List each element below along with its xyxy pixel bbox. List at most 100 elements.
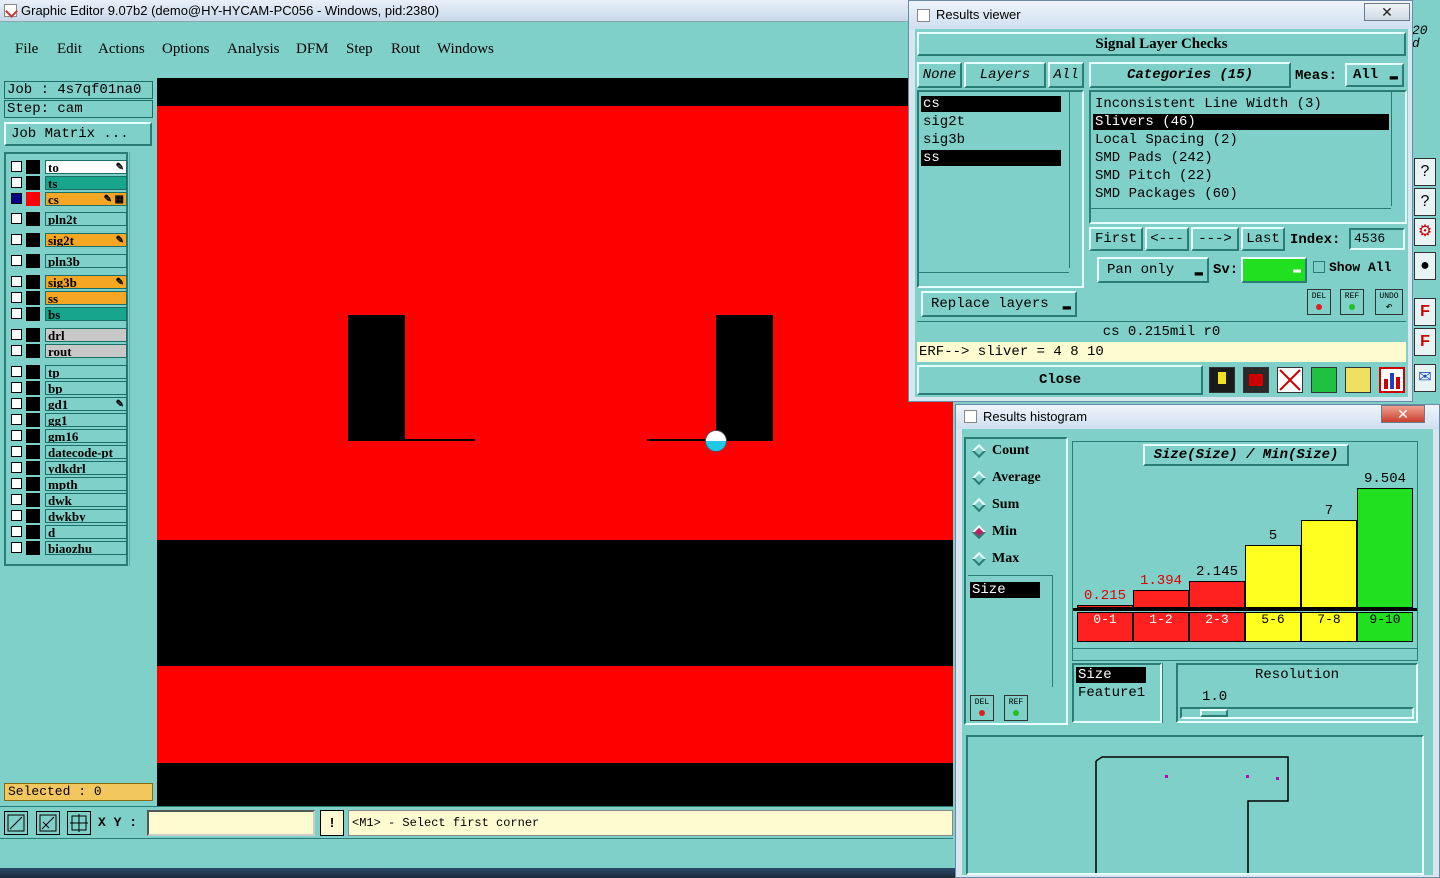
hist-refresh-button[interactable]: REF (1004, 695, 1028, 721)
layer-checkbox[interactable] (11, 510, 22, 521)
next-button[interactable]: ---> (1191, 227, 1239, 251)
category-item[interactable]: Local Spacing (2) (1093, 132, 1389, 148)
refresh-result-button[interactable]: REF (1340, 289, 1364, 315)
layer-row-ss[interactable]: ss (9, 291, 127, 305)
layer-row-gm16[interactable]: gm16 (9, 429, 127, 443)
menu-edit[interactable]: Edit (57, 41, 82, 58)
layer-checkbox[interactable] (11, 462, 22, 473)
bin-label[interactable]: 0-1 (1077, 612, 1133, 642)
histogram-bar[interactable] (1133, 590, 1189, 608)
histogram-bar[interactable] (1245, 545, 1301, 608)
layer-color-swatch[interactable] (26, 493, 40, 507)
category-item[interactable]: SMD Pads (242) (1093, 150, 1389, 166)
mode-min[interactable]: Min (971, 524, 1017, 544)
undo-button[interactable]: UNDO ↶ (1375, 289, 1403, 315)
layer-list-scrollbar[interactable] (129, 152, 154, 566)
mode-max[interactable]: Max (971, 551, 1019, 571)
layer-row-dwkby[interactable]: dwkby (9, 509, 127, 523)
index-input[interactable]: 4536 (1349, 228, 1405, 250)
measure-tool-button[interactable] (36, 811, 60, 835)
layer-name[interactable]: bp (45, 381, 127, 395)
layer-name[interactable]: ts (45, 176, 127, 190)
layer-color-swatch[interactable] (26, 160, 40, 174)
hist-delete-button[interactable]: DEL (970, 695, 994, 721)
help-icon[interactable]: ? (1414, 158, 1436, 186)
layer-name[interactable]: rout (45, 344, 127, 358)
layer-name[interactable]: mpth (45, 477, 127, 491)
layer-checkbox[interactable] (11, 345, 22, 356)
layer-row-ts[interactable]: ts (9, 176, 127, 190)
filter-icon[interactable]: F (1414, 298, 1436, 326)
record-icon[interactable]: ● (1414, 252, 1436, 280)
replace-layers-dropdown[interactable]: Replace layers ▬ (921, 291, 1077, 317)
layer-color-swatch[interactable] (26, 344, 40, 358)
menu-actions[interactable]: Actions (98, 41, 145, 58)
layer-name[interactable]: ydkdrl (45, 461, 127, 475)
bin-label[interactable]: 7-8 (1301, 612, 1357, 642)
result-layer-ss[interactable]: ss (921, 150, 1061, 166)
layer-color-swatch[interactable] (26, 509, 40, 523)
layer-name[interactable]: gg1 (45, 413, 127, 427)
layer-color-swatch[interactable] (26, 461, 40, 475)
layer-row-gd1[interactable]: gd1 ✎ (9, 397, 127, 411)
pan-mode-dropdown[interactable]: Pan only ▬ (1097, 257, 1209, 283)
plot-hscroll[interactable] (1073, 648, 1417, 660)
result-layer-cs[interactable]: cs (921, 96, 1061, 112)
cross-out-icon[interactable] (1277, 367, 1303, 393)
layer-name[interactable]: drl (45, 328, 127, 342)
layer-color-swatch[interactable] (26, 192, 40, 206)
layer-color-swatch[interactable] (26, 381, 40, 395)
layer-row-bs[interactable]: bs (9, 307, 127, 321)
layer-row-pln3b[interactable]: pln3b (9, 254, 127, 268)
mode-average[interactable]: Average (971, 470, 1041, 490)
layer-name[interactable]: biaozhu (45, 541, 127, 555)
layer-color-swatch[interactable] (26, 397, 40, 411)
layer-color-swatch[interactable] (26, 291, 40, 305)
layer-row-biaozhu[interactable]: biaozhu (9, 541, 127, 555)
layer-color-swatch[interactable] (26, 254, 40, 268)
layer-color-swatch[interactable] (26, 212, 40, 226)
layer-color-swatch[interactable] (26, 477, 40, 491)
layer-checkbox[interactable] (11, 366, 22, 377)
layer-color-swatch[interactable] (26, 328, 40, 342)
mode-count[interactable]: Count (971, 443, 1029, 463)
layer-row-tp[interactable]: tp (9, 365, 127, 379)
bin-label[interactable]: 2-3 (1189, 612, 1245, 642)
menu-windows[interactable]: Windows (437, 41, 494, 58)
layer-row-cs[interactable]: cs ✎ ▦ (9, 192, 127, 206)
layer-row-pln2t[interactable]: pln2t (9, 212, 127, 226)
menu-dfm[interactable]: DFM (296, 41, 329, 58)
numbered-list-icon[interactable] (1311, 367, 1337, 393)
feature-item[interactable]: Feature1 (1076, 685, 1152, 701)
close-window-icon[interactable]: ✕ (1364, 3, 1410, 21)
layer-list-vscroll[interactable] (1069, 92, 1081, 268)
layer-checkbox[interactable] (11, 161, 22, 172)
layer-row-d[interactable]: d (9, 525, 127, 539)
layer-row-sig3b[interactable]: sig3b ✎ (9, 275, 127, 289)
layer-name[interactable]: cs ✎ ▦ (45, 192, 127, 206)
layer-name[interactable]: sig3b ✎ (45, 275, 127, 289)
screen-icon[interactable] (1243, 367, 1269, 393)
traffic-light-icon[interactable]: ⚙ (1414, 218, 1436, 246)
last-button[interactable]: Last (1241, 227, 1285, 251)
layer-checkbox[interactable] (11, 292, 22, 303)
sv-dropdown[interactable]: ▬ (1241, 257, 1307, 283)
graphics-canvas[interactable] (157, 78, 953, 806)
show-all-checkbox[interactable] (1313, 261, 1325, 273)
histogram-bar[interactable] (1301, 519, 1357, 608)
attribute-size[interactable]: Size (970, 582, 1040, 598)
layer-name[interactable]: pln2t (45, 212, 127, 226)
layer-color-swatch[interactable] (26, 233, 40, 247)
first-button[interactable]: First (1089, 227, 1143, 251)
layer-name[interactable]: sig2t ✎ (45, 233, 127, 247)
layer-color-swatch[interactable] (26, 429, 40, 443)
layer-name[interactable]: d (45, 525, 127, 539)
layer-name[interactable]: gd1 ✎ (45, 397, 127, 411)
layer-checkbox[interactable] (11, 526, 22, 537)
layer-color-swatch[interactable] (26, 307, 40, 321)
layer-color-swatch[interactable] (26, 525, 40, 539)
prev-button[interactable]: <--- (1145, 227, 1189, 251)
close-window-icon[interactable]: ✕ (1381, 405, 1425, 423)
xy-input[interactable] (147, 810, 315, 836)
warning-button[interactable]: ! (320, 810, 344, 836)
